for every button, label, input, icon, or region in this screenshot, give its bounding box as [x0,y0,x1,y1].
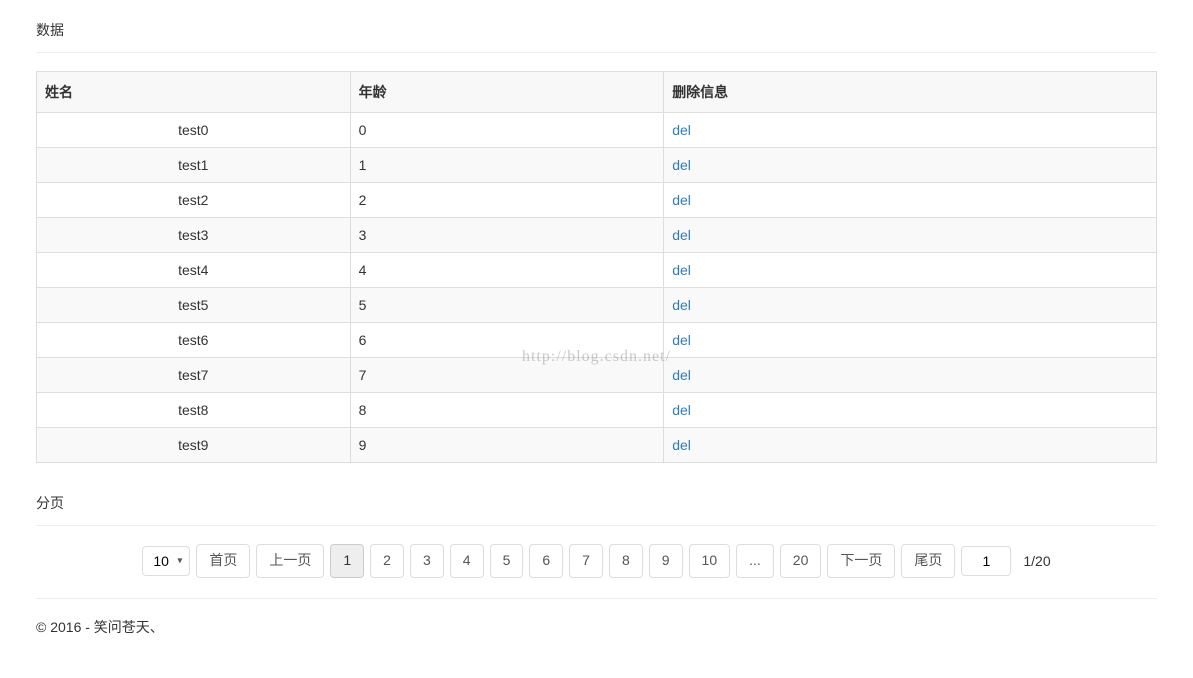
page-size-select[interactable]: 10 [142,546,190,576]
table-row: test77 del [37,358,1157,393]
cell-age: 4 [350,253,664,288]
table-row: test44 del [37,253,1157,288]
delete-link[interactable]: del [672,262,691,278]
table-row: test33 del [37,218,1157,253]
header-delete: 删除信息 [664,72,1157,113]
cell-name: test9 [37,428,351,463]
cell-age: 9 [350,428,664,463]
page-number-button[interactable]: 2 [370,544,404,578]
cell-age: 5 [350,288,664,323]
cell-delete: del [664,358,1157,393]
page-number-button[interactable]: 7 [569,544,603,578]
page-number-button[interactable]: 5 [490,544,524,578]
delete-link[interactable]: del [672,297,691,313]
cell-delete: del [664,288,1157,323]
goto-page-input[interactable] [961,546,1011,576]
cell-delete: del [664,323,1157,358]
cell-age: 8 [350,393,664,428]
cell-delete: del [664,428,1157,463]
table-row: test66 del [37,323,1157,358]
page-number-button[interactable]: 6 [529,544,563,578]
cell-age: 7 [350,358,664,393]
cell-name: test7 [37,358,351,393]
table-row: test55 del [37,288,1157,323]
divider [36,525,1157,526]
data-table: 姓名 年龄 删除信息 test00deltest11deltest22delte… [36,71,1157,463]
cell-delete: del [664,253,1157,288]
cell-delete: del [664,218,1157,253]
page-info-text: 1/20 [1023,553,1050,569]
delete-link[interactable]: del [672,437,691,453]
page-number-button[interactable]: 8 [609,544,643,578]
cell-age: 1 [350,148,664,183]
cell-age: 3 [350,218,664,253]
cell-name: test0 [37,113,351,148]
table-row: test99 del [37,428,1157,463]
cell-delete: del [664,148,1157,183]
delete-link[interactable]: del [672,402,691,418]
pagination-section: 分页 10首页上一页12345678910...20下一页尾页1/20 [36,493,1157,578]
header-age: 年龄 [350,72,664,113]
cell-age: 0 [350,113,664,148]
cell-name: test3 [37,218,351,253]
next-page-button[interactable]: 下一页 [827,544,895,578]
page-number-button[interactable]: 4 [450,544,484,578]
delete-link[interactable]: del [672,332,691,348]
last-page-button[interactable]: 尾页 [901,544,955,578]
cell-age: 2 [350,183,664,218]
delete-link[interactable]: del [672,192,691,208]
cell-name: test2 [37,183,351,218]
cell-name: test6 [37,323,351,358]
header-name: 姓名 [37,72,351,113]
first-page-button[interactable]: 首页 [196,544,250,578]
page-number-button[interactable]: 1 [330,544,364,578]
page-number-button[interactable]: 10 [689,544,731,578]
cell-delete: del [664,113,1157,148]
delete-link[interactable]: del [672,227,691,243]
delete-link[interactable]: del [672,367,691,383]
table-row: test88 del [37,393,1157,428]
table-row: test22 del [37,183,1157,218]
divider [36,52,1157,53]
cell-name: test8 [37,393,351,428]
footer-divider [36,598,1157,599]
table-row: test00 del [37,113,1157,148]
page-number-button[interactable]: 3 [410,544,444,578]
delete-link[interactable]: del [672,157,691,173]
delete-link[interactable]: del [672,122,691,138]
page-number-button[interactable]: 9 [649,544,683,578]
data-section-title: 数据 [36,20,1157,40]
footer-copyright: © 2016 - 笑问苍天、 [36,617,1157,637]
cell-name: test4 [37,253,351,288]
cell-name: test1 [37,148,351,183]
table-header-row: 姓名 年龄 删除信息 [37,72,1157,113]
pagination-section-title: 分页 [36,493,1157,513]
page-size-select-wrap: 10 [142,546,190,576]
cell-name: test5 [37,288,351,323]
page-ellipsis: ... [736,544,774,578]
data-section: 数据 姓名 年龄 删除信息 test00 del test11 del test22 de… [36,20,1157,463]
table-row: test11 del [37,148,1157,183]
pagination-container: 10首页上一页12345678910...20下一页尾页1/20 [36,544,1157,578]
cell-age: 6 [350,323,664,358]
page-number-button[interactable]: 20 [780,544,822,578]
prev-page-button[interactable]: 上一页 [256,544,324,578]
cell-delete: del [664,183,1157,218]
cell-delete: del [664,393,1157,428]
